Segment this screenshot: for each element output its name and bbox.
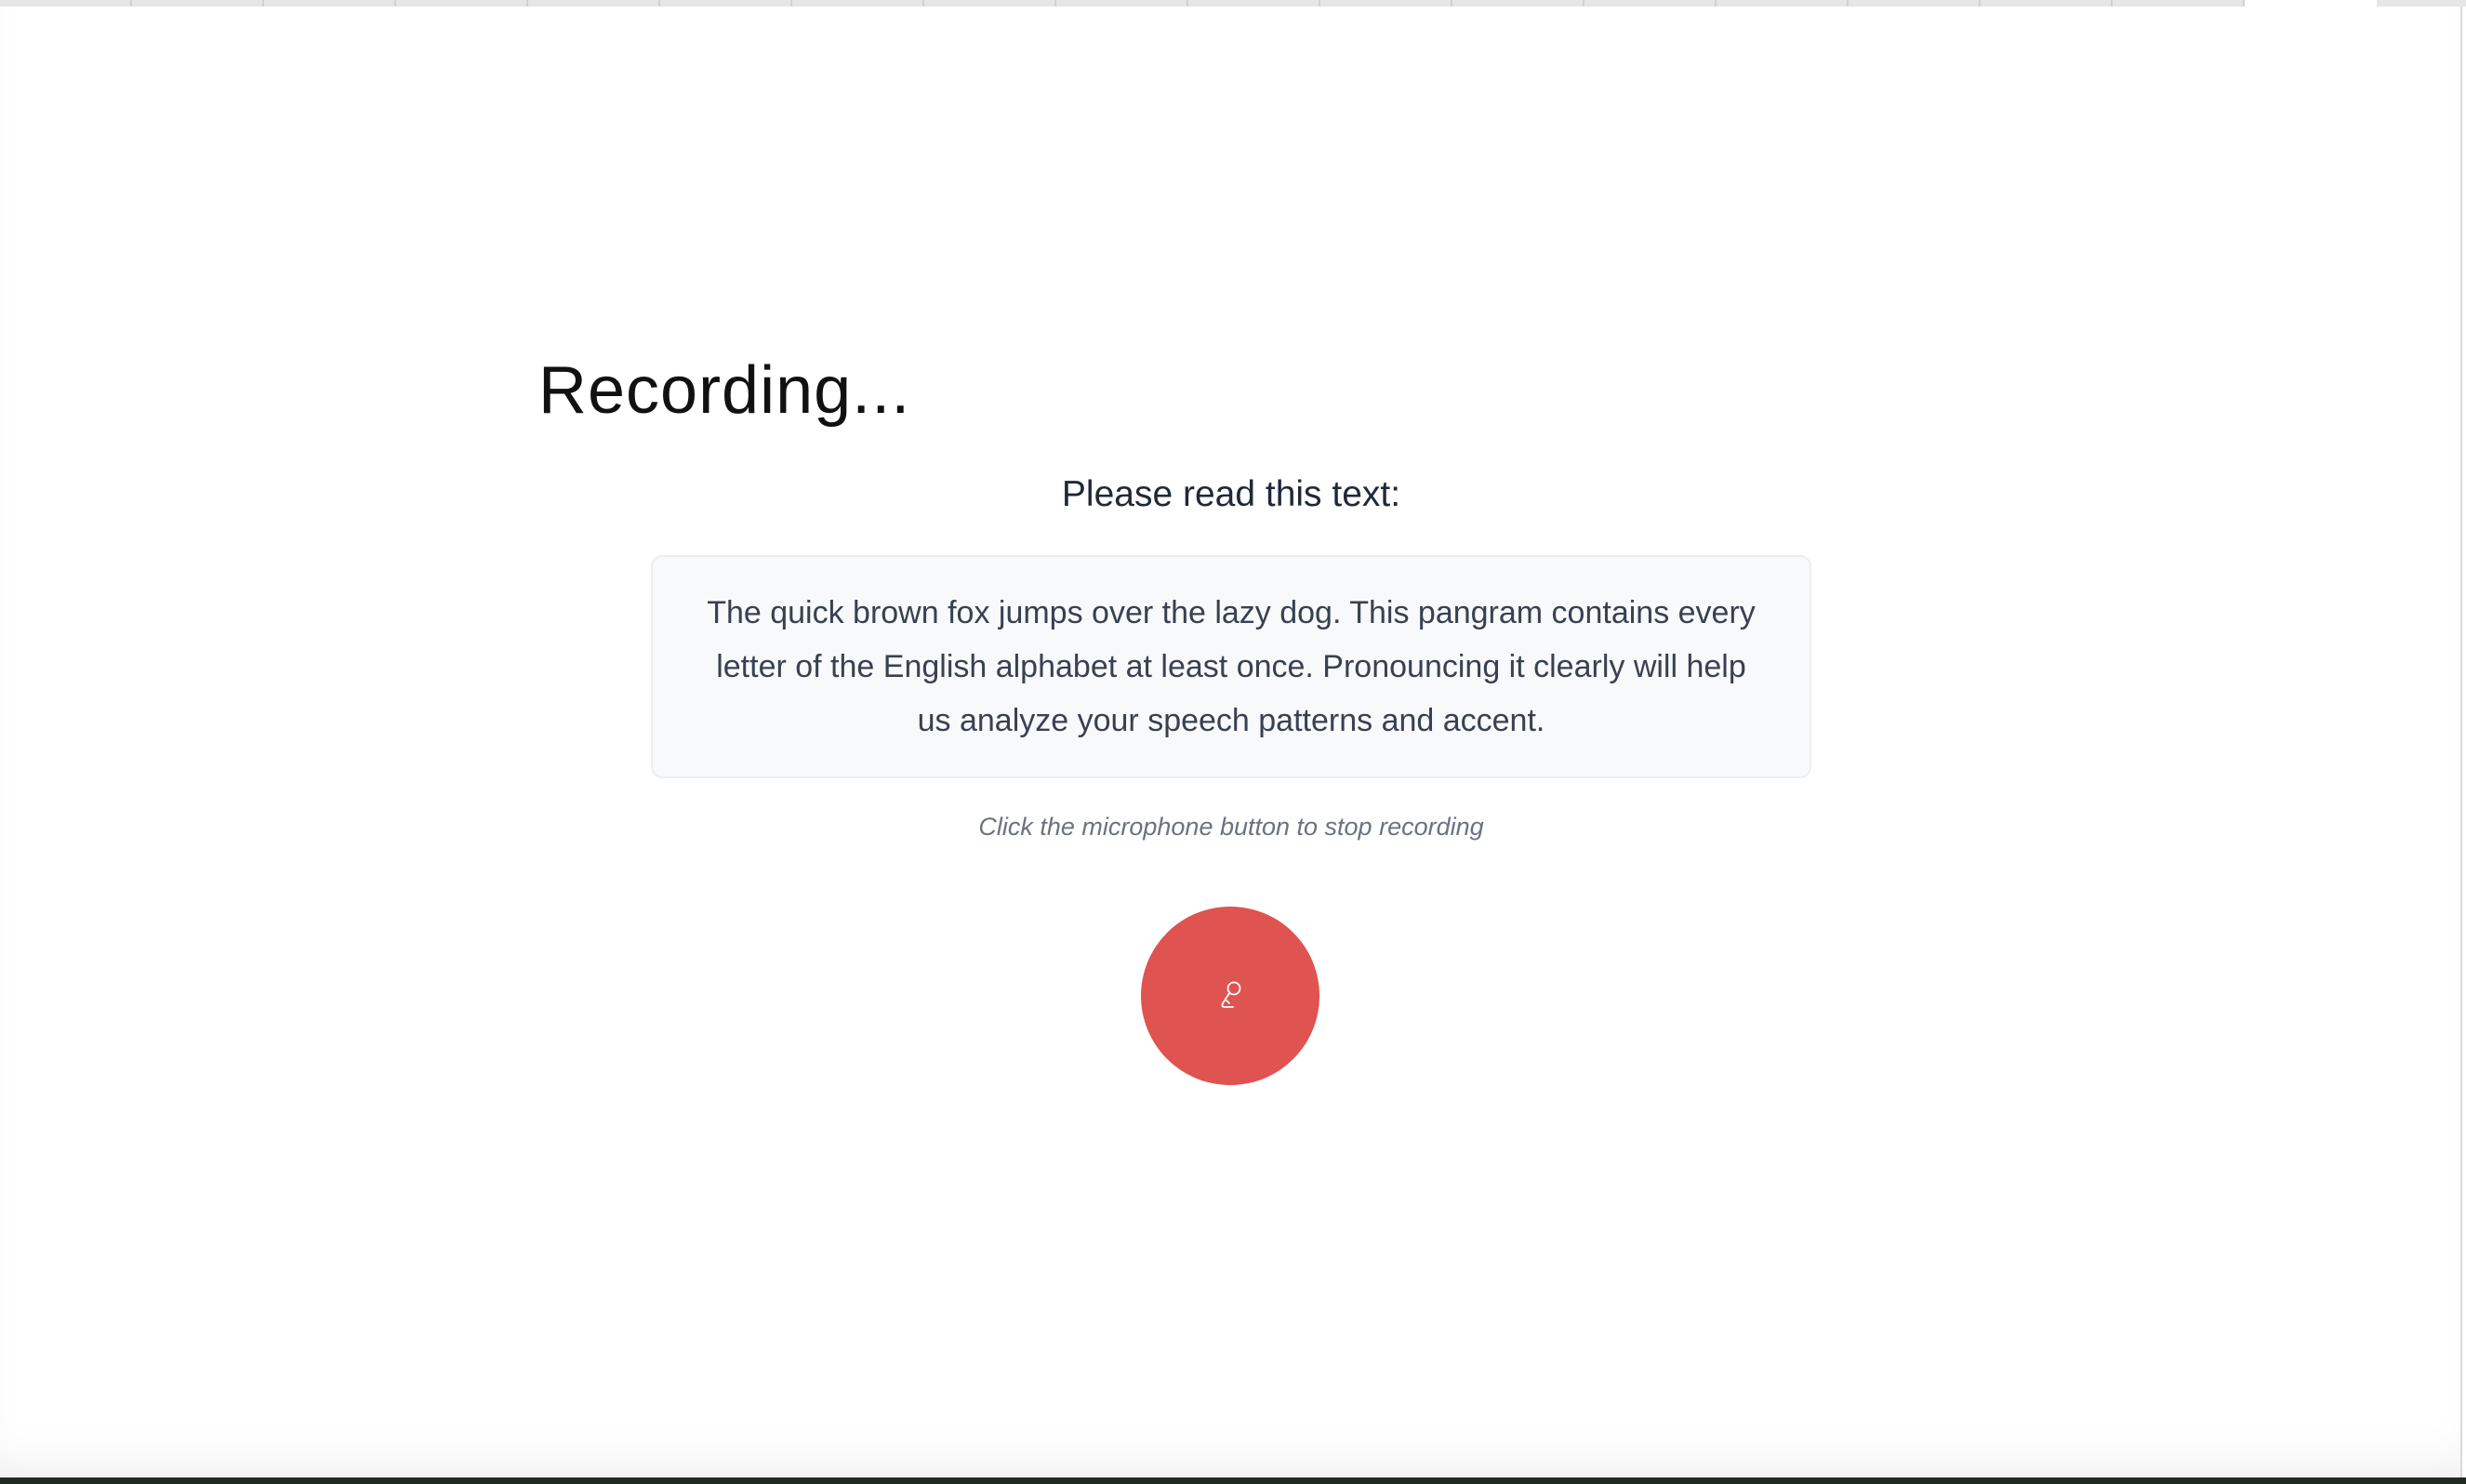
browser-tab[interactable] [1981,0,2113,7]
read-prompt: Please read this text: [1061,474,1401,514]
browser-tab[interactable] [396,0,528,7]
browser-tab[interactable] [1584,0,1717,7]
browser-tab[interactable] [1188,0,1320,7]
browser-tab[interactable] [792,0,924,7]
browser-tab[interactable] [1717,0,1849,7]
passage-box: The quick brown fox jumps over the lazy … [651,555,1811,778]
browser-tab[interactable] [924,0,1056,7]
browser-tab-strip [0,0,2466,7]
browser-tab[interactable] [1056,0,1188,7]
passage-text: The quick brown fox jumps over the lazy … [707,595,1756,738]
browser-tab[interactable] [1452,0,1584,7]
stop-recording-hint: Click the microphone button to stop reco… [978,813,1484,841]
browser-tab-active[interactable] [2245,0,2377,7]
page-title: Recording... [538,353,911,428]
browser-tab[interactable] [132,0,264,7]
browser-tab[interactable] [660,0,792,7]
recording-page: Recording... Please read this text: The … [0,7,2462,1477]
browser-tab[interactable] [1320,0,1452,7]
browser-tab[interactable] [0,0,132,7]
browser-tab[interactable] [2113,0,2245,7]
browser-tab[interactable] [528,0,660,7]
stop-recording-button[interactable] [1141,907,1319,1085]
desktop-edge [0,1477,2466,1484]
browser-tab[interactable] [1849,0,1981,7]
browser-tab[interactable] [264,0,396,7]
microphone-icon [1221,981,1241,1008]
